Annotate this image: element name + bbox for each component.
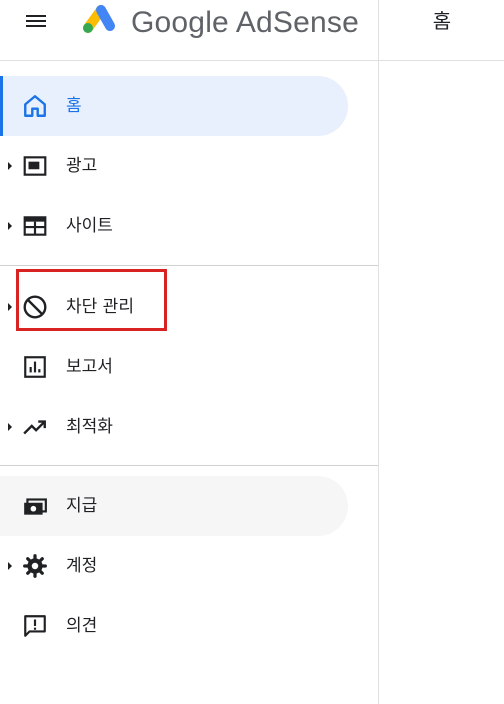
- sidebar-item-optimization[interactable]: 최적화: [0, 397, 348, 457]
- expand-caret-icon[interactable]: [8, 222, 12, 230]
- sidebar-item-ads[interactable]: 광고: [0, 136, 348, 196]
- highlight-annotation-box: [16, 269, 167, 331]
- menu-bar-1: [26, 15, 46, 17]
- gear-icon: [23, 554, 47, 578]
- top-app-bar: Google AdSense 홈: [0, 0, 504, 61]
- page-title: 홈: [432, 9, 452, 33]
- report-icon: [24, 356, 46, 378]
- feedback-icon: [24, 615, 46, 637]
- sidebar-item-label: 보고서: [66, 357, 113, 377]
- trending-up-icon: [23, 420, 46, 435]
- sidebar-item-label: 광고: [66, 156, 98, 176]
- sidebar-item-reports[interactable]: 보고서: [0, 337, 348, 397]
- menu-bar-3: [26, 25, 46, 27]
- expand-caret-icon[interactable]: [8, 162, 12, 170]
- home-icon: [24, 95, 46, 117]
- ad-icon: [23, 156, 47, 176]
- menu-button[interactable]: [24, 12, 52, 32]
- sidebar-item-label: 의견: [66, 616, 98, 636]
- sidebar-item-sites[interactable]: 사이트: [0, 196, 348, 256]
- site-icon: [23, 216, 47, 236]
- sidebar-item-label: 지급: [66, 496, 98, 516]
- payments-icon: [24, 498, 47, 515]
- section-divider: [0, 265, 378, 266]
- sidebar-item-feedback[interactable]: 의견: [0, 596, 348, 656]
- expand-caret-icon[interactable]: [8, 423, 12, 431]
- expand-caret-icon[interactable]: [8, 303, 12, 311]
- sidebar-item-home[interactable]: 홈: [0, 76, 348, 136]
- brand-name: Google AdSense: [131, 6, 359, 39]
- adsense-logo-icon[interactable]: [76, 0, 118, 38]
- section-divider: [0, 465, 378, 466]
- sidebar-item-label: 계정: [66, 556, 98, 576]
- sidebar-item-payments[interactable]: 지급: [0, 476, 348, 536]
- sidebar-item-account[interactable]: 계정: [0, 536, 348, 596]
- sidebar-item-label: 홈: [66, 96, 82, 116]
- sidebar-item-label: 사이트: [66, 216, 113, 236]
- sidebar-item-label: 최적화: [66, 417, 113, 437]
- expand-caret-icon[interactable]: [8, 562, 12, 570]
- content-divider: [378, 0, 379, 704]
- menu-bar-2: [26, 20, 46, 22]
